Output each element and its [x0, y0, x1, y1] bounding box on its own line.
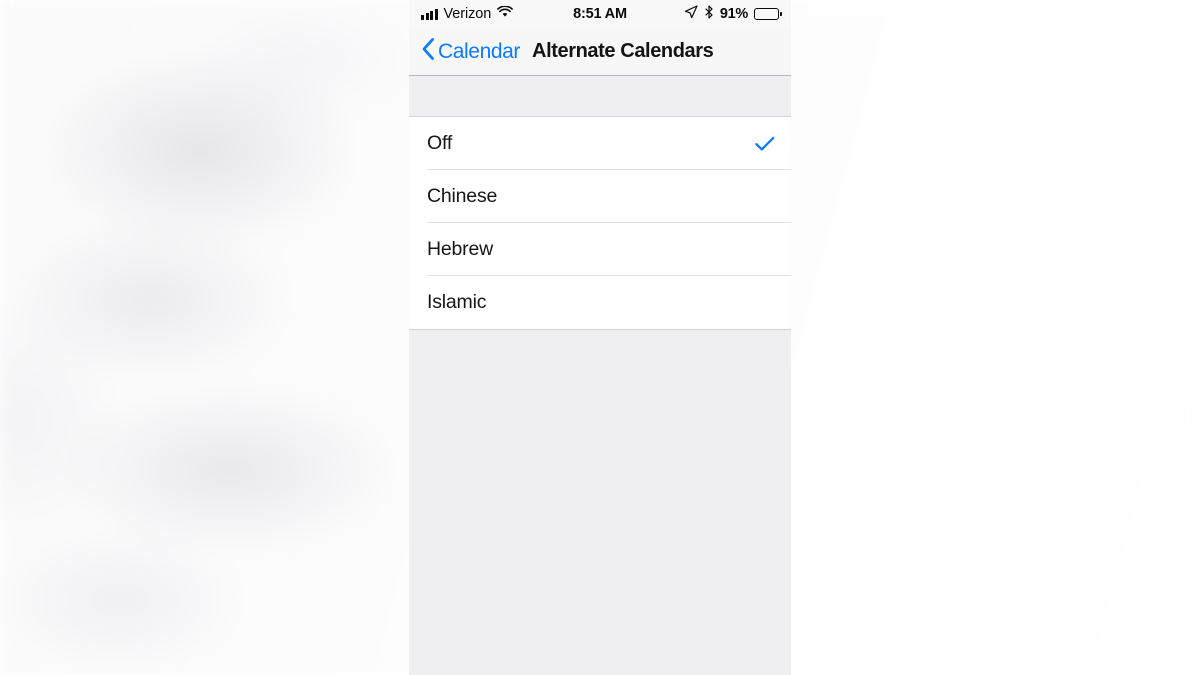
list-item-hebrew[interactable]: Hebrew — [409, 223, 791, 276]
chevron-left-icon — [421, 37, 435, 66]
list-item-label: Chinese — [427, 185, 498, 207]
navigation-bar: Calendar Alternate Calendars — [409, 28, 791, 76]
iphone-screenshot: Verizon 8:51 AM 91% Calendar Alternate C… — [409, 0, 791, 675]
list-item-label: Hebrew — [427, 238, 493, 260]
alternate-calendars-list: Off Chinese Hebrew Islamic — [409, 117, 791, 330]
status-bar-right: 91% — [684, 5, 782, 23]
back-button[interactable]: Calendar — [421, 37, 520, 66]
location-arrow-icon — [684, 5, 698, 23]
battery-percent-label: 91% — [719, 6, 748, 22]
list-item-islamic[interactable]: Islamic — [409, 276, 791, 329]
list-item-label: Islamic — [427, 291, 487, 313]
battery-full-icon — [754, 8, 782, 20]
list-item-label: Off — [427, 132, 453, 154]
page-title: Alternate Calendars — [532, 40, 714, 62]
list-item-off[interactable]: Off — [409, 117, 791, 170]
list-item-chinese[interactable]: Chinese — [409, 170, 791, 223]
bluetooth-icon — [704, 5, 714, 23]
status-bar: Verizon 8:51 AM 91% — [409, 0, 791, 28]
list-group-header-spacer — [409, 76, 791, 117]
checkmark-icon — [755, 136, 775, 152]
back-button-label: Calendar — [438, 39, 521, 63]
